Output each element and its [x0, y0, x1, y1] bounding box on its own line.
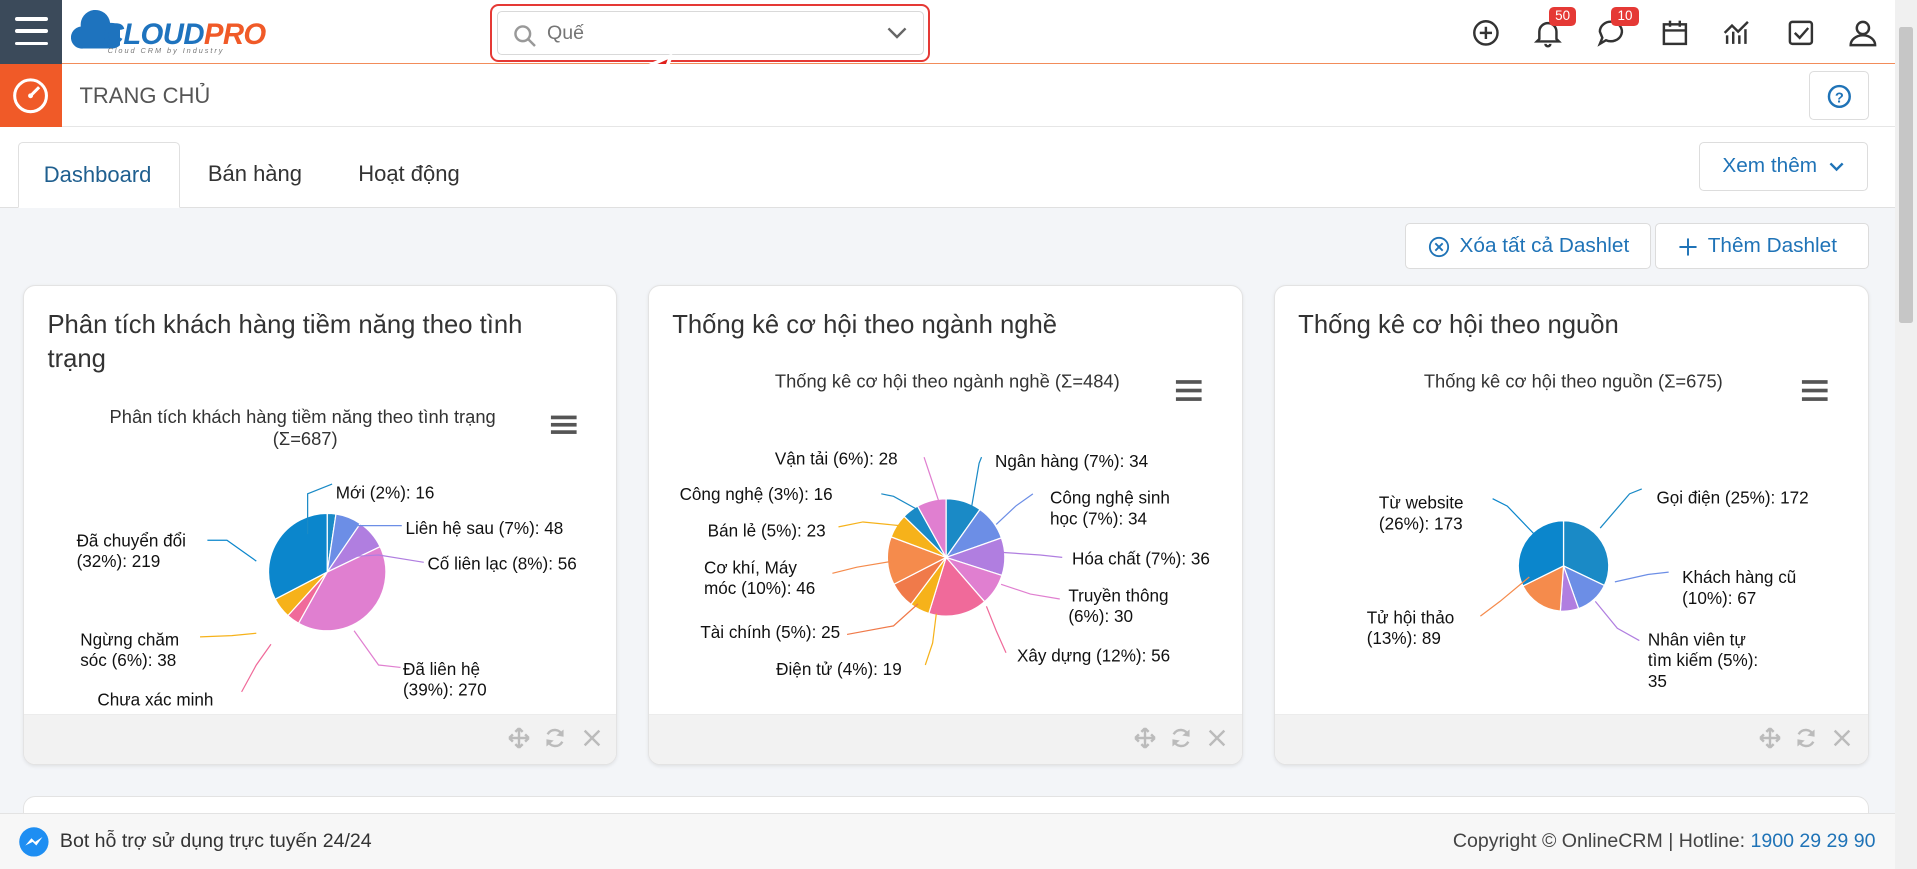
user-icon[interactable]	[1847, 17, 1879, 49]
label-tu-hoi-thao: Tử hội thảo (13%): 89	[1367, 608, 1455, 648]
chevron-down-icon[interactable]	[886, 26, 908, 41]
close-icon[interactable]	[581, 727, 603, 749]
logo-tagline: Cloud CRM by Industry	[107, 46, 225, 56]
label-nhan-vien: Nhân viên tự tìm kiếm (5%): 35	[1648, 630, 1758, 691]
label-da-lien-he: Đã liên hệ (39%): 270	[403, 660, 487, 700]
more-dropdown[interactable]: Xem thêm	[1699, 141, 1869, 191]
scrollbar-thumb[interactable]	[1898, 26, 1914, 323]
label-lien-he-sau: Liên hệ sau (7%): 48	[406, 519, 564, 538]
hotline-link[interactable]: 1900 29 29 90	[1750, 830, 1875, 852]
move-icon[interactable]	[1759, 727, 1781, 750]
add-icon[interactable]	[1470, 17, 1502, 49]
label-tu-website: Từ website (26%): 173	[1379, 493, 1464, 533]
industry-pie-chart: Thống kê cơ hội theo ngành nghề (Σ=484) …	[680, 370, 1210, 679]
lead-status-pie-chart: Phân tích khách hàng tiềm năng theo tình…	[77, 406, 577, 709]
chart-title: Phân tích khách hàng tiềm năng theo tình…	[110, 406, 501, 449]
widget-opportunity-industry: Thống kê cơ hội theo ngành nghề Thống kê…	[647, 284, 1244, 766]
label-khach-hang-cu: Khách hàng cũ (10%): 67	[1682, 568, 1796, 608]
task-icon[interactable]	[1785, 17, 1817, 49]
add-dashlet-button[interactable]: Thêm Dashlet	[1655, 222, 1870, 269]
clear-dashlets-button[interactable]: Xóa tất cả Dashlet	[1404, 222, 1651, 269]
move-icon[interactable]	[508, 727, 531, 750]
search-icon	[514, 24, 536, 47]
messenger-icon[interactable]	[18, 826, 50, 858]
label-dien-tu: Điện tử (4%): 19	[776, 660, 902, 679]
refresh-icon[interactable]	[1170, 727, 1192, 749]
source-pie-chart: Thống kê cơ hội theo nguồn (Σ=675) Gọi đ…	[1367, 370, 1828, 691]
pie-slices	[268, 512, 387, 632]
chart-title: Thống kê cơ hội theo ngành nghề (Σ=484)	[775, 370, 1120, 391]
add-dashlet-label: Thêm Dashlet	[1707, 233, 1837, 257]
label-co-lien-lac: Cố liên lạc (8%): 56	[428, 554, 577, 573]
tab-activity[interactable]: Hoạt động	[334, 142, 484, 208]
tab-dashboard[interactable]: Dashboard	[18, 141, 180, 208]
label-truyen-thong: Truyền thông (6%): 30	[1068, 586, 1168, 626]
report-icon[interactable]	[1721, 17, 1753, 49]
refresh-icon[interactable]	[1795, 727, 1817, 749]
chart-menu-icon[interactable]	[1801, 379, 1828, 401]
calendar-icon[interactable]	[1659, 17, 1691, 49]
label-ngung-cham-soc: Ngừng chăm sóc (6%): 38	[80, 630, 179, 670]
label-ban-le: Bán lẻ (5%): 23	[708, 521, 826, 540]
message-badge: 10	[1611, 7, 1639, 26]
chart-menu-icon[interactable]	[1175, 379, 1202, 401]
tab-sales[interactable]: Bán hàng	[183, 142, 326, 208]
label-cong-nghe-sinh-hoc: Công nghệ sinh học (7%): 34	[1050, 488, 1170, 528]
more-label: Xem thêm	[1722, 153, 1818, 177]
label-xay-dung: Xây dựng (12%): 56	[1017, 646, 1170, 665]
menu-icon[interactable]	[0, 0, 63, 64]
label-da-chuyen-doi: Đã chuyển đổi (32%): 219	[77, 531, 186, 571]
label-tai-chinh: Tài chính (5%): 25	[700, 623, 840, 642]
close-circle-icon	[1428, 236, 1449, 257]
label-chua-xac-minh: Chưa xác minh	[98, 690, 214, 709]
plus-icon	[1679, 238, 1697, 256]
breadcrumb: TRANG CHỦ	[0, 63, 1896, 128]
widget-footer	[24, 714, 617, 765]
move-icon[interactable]	[1134, 727, 1156, 750]
label-ngan-hang: Ngân hàng (7%): 34	[995, 452, 1149, 471]
notification-badge: 50	[1549, 7, 1577, 26]
help-icon: ?	[1828, 84, 1852, 108]
widget-footer	[1274, 714, 1869, 765]
chart-title: Thống kê cơ hội theo nguồn (Σ=675)	[1424, 370, 1723, 391]
chevron-down-icon	[1829, 162, 1844, 172]
tab-bar: Dashboard Bán hàng Hoạt động	[0, 127, 1896, 208]
top-bar: CLOUDPRO Cloud CRM by Industry 50 10	[0, 0, 1896, 64]
clear-dashlets-label: Xóa tất cả Dashlet	[1459, 233, 1630, 257]
bot-support-link[interactable]: Bot hỗ trợ sử dụng trực tuyến 24/24	[60, 830, 372, 853]
close-icon[interactable]	[1831, 727, 1853, 749]
label-co-khi: Cơ khí, Máy móc (10%): 46	[704, 558, 815, 598]
svg-text:?: ?	[1835, 90, 1844, 106]
logo[interactable]: CLOUDPRO Cloud CRM by Industry	[70, 5, 303, 56]
chart-menu-icon[interactable]	[551, 415, 577, 434]
dashboard-icon	[0, 63, 63, 128]
pie-slices	[1517, 519, 1610, 612]
pie-slices	[886, 497, 1006, 617]
scrollbar[interactable]	[1895, 0, 1917, 869]
label-hoa-chat: Hóa chất (7%): 36	[1072, 550, 1210, 569]
search-input[interactable]	[547, 16, 865, 51]
label-cong-nghe: Công nghệ (3%): 16	[680, 485, 833, 504]
widget-opportunity-source: Thống kê cơ hội theo nguồn Thống kê cơ h…	[1273, 284, 1870, 766]
label-moi: Mới (2%): 16	[336, 484, 435, 503]
widget-footer	[648, 714, 1243, 765]
close-icon[interactable]	[1206, 727, 1228, 749]
copyright: Copyright © OnlineCRM | Hotline: 1900 29…	[1453, 830, 1876, 853]
widget-lead-status: Phân tích khách hàng tiềm năng theo tình…	[23, 284, 618, 766]
copyright-text: Copyright © OnlineCRM | Hotline:	[1452, 830, 1746, 853]
help-button[interactable]: ?	[1809, 70, 1870, 120]
label-van-tai: Vận tải (6%): 28	[775, 449, 898, 468]
page-title: TRANG CHỦ	[79, 83, 211, 109]
refresh-icon[interactable]	[544, 727, 566, 749]
label-goi-dien: Gọi điện (25%): 172	[1656, 488, 1808, 507]
